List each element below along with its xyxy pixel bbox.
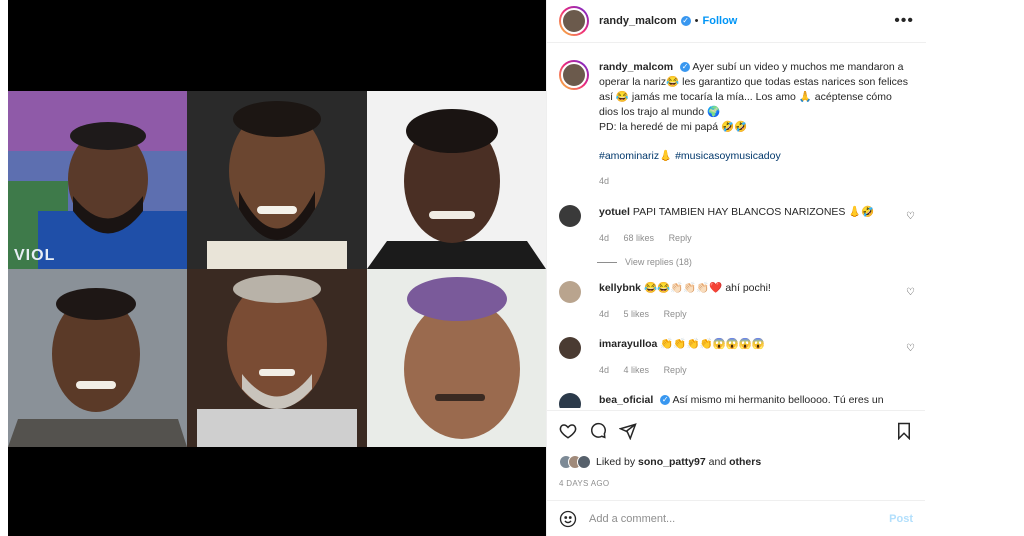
reply-button[interactable]: Reply	[664, 365, 687, 375]
post-timestamp: 4 DAYS AGO	[559, 479, 610, 488]
add-comment-input[interactable]	[589, 512, 890, 525]
comment-age: 4d	[599, 233, 610, 243]
post-media[interactable]: VIOL	[8, 0, 546, 536]
post-details-panel: randy_malcom ✓ • Follow ••• randy_malcom…	[546, 0, 926, 536]
commenter-avatar[interactable]	[559, 393, 581, 408]
comment-text: PAPI TAMBIEN HAY BLANCOS NARIZONES 👃🤣	[632, 206, 875, 218]
view-replies-button[interactable]: View replies (18)	[597, 257, 925, 267]
comment-likes[interactable]: 4 likes	[624, 365, 650, 375]
comment-item: kellybnk 😂😂👏🏻👏🏻👏🏻❤️ ahí pochi! 4d 5 like…	[547, 275, 925, 327]
commenter-avatar[interactable]	[559, 205, 581, 227]
liked-by-and: and	[708, 456, 727, 468]
commenter-username[interactable]: bea_oficial	[599, 394, 653, 406]
commenter-username[interactable]: yotuel	[599, 206, 630, 218]
separator-dot: •	[694, 15, 699, 27]
collage-photo-1: VIOL	[8, 91, 187, 269]
collage-photo-6	[367, 269, 546, 447]
post-header: randy_malcom ✓ • Follow •••	[547, 0, 926, 43]
photo-collage: VIOL	[8, 91, 546, 447]
comment-like-heart-icon[interactable]: ♡	[906, 287, 915, 298]
commenter-avatar[interactable]	[559, 337, 581, 359]
collage-photo-4	[8, 269, 187, 447]
liked-by-others[interactable]: others	[729, 456, 761, 468]
like-heart-icon[interactable]	[559, 422, 577, 440]
commenter-username[interactable]: imarayulloa	[599, 338, 657, 350]
collage-photo-2	[187, 91, 367, 269]
comment-item: imarayulloa 👏👏👏👏😱😱😱😱 4d 4 likes Reply ♡	[547, 331, 925, 383]
caption-author-avatar[interactable]	[559, 60, 589, 90]
comment-item: bea_oficial ✓ Así mismo mi hermanito bel…	[547, 387, 925, 408]
view-replies-label[interactable]: View replies (18)	[625, 257, 692, 267]
reply-button[interactable]: Reply	[664, 309, 687, 319]
verified-badge-icon: ✓	[680, 16, 691, 26]
caption-age: 4d	[599, 176, 610, 186]
share-paper-plane-icon[interactable]	[619, 422, 637, 440]
post-caption: randy_malcom ✓ Ayer subí un video y much…	[547, 50, 925, 199]
comment-like-heart-icon[interactable]: ♡	[906, 211, 915, 222]
more-options-icon[interactable]: •••	[894, 12, 914, 30]
comment-bubble-icon[interactable]	[589, 422, 607, 440]
comment-text: 😂😂👏🏻👏🏻👏🏻❤️ ahí pochi!	[643, 282, 771, 294]
caption-hashtags[interactable]: #amominariz👃 #musicasoymusicadoy	[599, 149, 909, 164]
add-comment-bar: Post	[547, 500, 925, 536]
liked-by-prefix: Liked by	[596, 456, 636, 468]
comment-likes[interactable]: 68 likes	[624, 233, 655, 243]
commenter-username[interactable]: kellybnk	[599, 282, 641, 294]
emoji-smiley-icon[interactable]	[559, 510, 577, 528]
comment-age: 4d	[599, 365, 610, 375]
collage-photo-5	[187, 269, 367, 447]
comment-like-heart-icon[interactable]: ♡	[906, 343, 915, 354]
verified-badge-icon: ✓	[680, 62, 691, 73]
tile-caption: VIOL	[14, 247, 56, 264]
post-actions: Liked by sono_patty97 and others 4 DAYS …	[547, 410, 925, 488]
comment-item: yotuel PAPI TAMBIEN HAY BLANCOS NARIZONE…	[547, 199, 925, 251]
comment-age: 4d	[599, 309, 610, 319]
caption-username[interactable]: randy_malcom	[599, 61, 673, 73]
collage-photo-3	[367, 91, 546, 269]
comment-text: Así mismo mi hermanito belloooo. Tú eres…	[672, 394, 884, 406]
liked-by-row: Liked by sono_patty97 and others	[559, 455, 913, 469]
instagram-post-view: VIOL randy_malcom ✓ • Follow ••• randy_m…	[0, 0, 1024, 536]
comments-list[interactable]: randy_malcom ✓ Ayer subí un video y much…	[547, 50, 925, 408]
post-comment-button[interactable]: Post	[889, 513, 913, 525]
author-avatar[interactable]	[559, 6, 589, 36]
verified-badge-icon: ✓	[660, 395, 671, 406]
comment-text: 👏👏👏👏😱😱😱😱	[660, 338, 765, 350]
liked-by-user[interactable]: sono_patty97	[638, 456, 706, 468]
commenter-avatar[interactable]	[559, 281, 581, 303]
follow-button[interactable]: Follow	[703, 15, 738, 27]
comment-likes[interactable]: 5 likes	[624, 309, 650, 319]
reply-button[interactable]: Reply	[669, 233, 692, 243]
caption-ps: PD: la heredé de mi papá 🤣🤣	[599, 121, 748, 133]
bookmark-icon[interactable]	[895, 422, 913, 440]
author-username[interactable]: randy_malcom	[599, 15, 677, 27]
liker-avatars[interactable]	[559, 455, 591, 469]
